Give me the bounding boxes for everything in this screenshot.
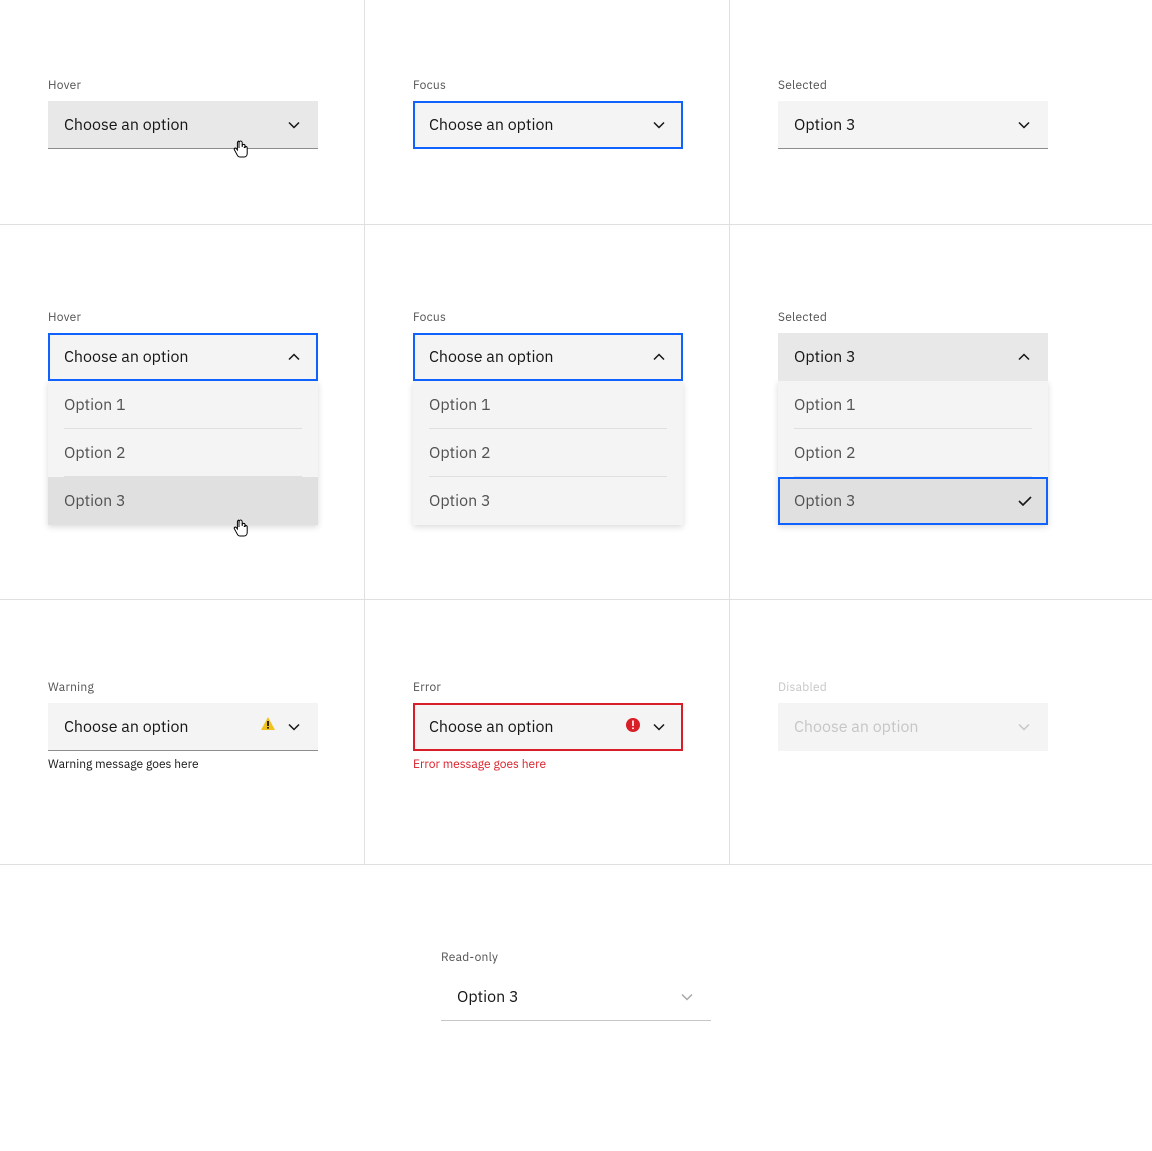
menu-option-label: Option 2 bbox=[794, 443, 856, 463]
dropdown-text: Choose an option bbox=[64, 347, 286, 367]
dropdown-menu: Option 1 Option 2 Option 3 bbox=[48, 381, 318, 525]
dropdown-menu: Option 1 Option 2 Option 3 bbox=[778, 381, 1048, 525]
dropdown-disabled: Choose an option bbox=[778, 703, 1048, 751]
menu-option-1[interactable]: Option 1 bbox=[778, 381, 1048, 429]
menu-option-3[interactable]: Option 3 bbox=[413, 477, 683, 525]
dropdown-text: Option 3 bbox=[457, 987, 679, 1007]
dropdown-text: Choose an option bbox=[64, 717, 260, 737]
menu-option-3-selected[interactable]: Option 3 bbox=[778, 477, 1048, 525]
dropdown-open-hover[interactable]: Choose an option bbox=[48, 333, 318, 381]
dropdown-warning[interactable]: Choose an option bbox=[48, 703, 318, 751]
dropdown-hover[interactable]: Choose an option bbox=[48, 101, 318, 149]
dropdown-open-focus[interactable]: Choose an option bbox=[413, 333, 683, 381]
dropdown-focus[interactable]: Choose an option bbox=[413, 101, 683, 149]
menu-option-3[interactable]: Option 3 bbox=[48, 477, 318, 525]
state-label-error: Error bbox=[413, 680, 681, 695]
menu-option-2[interactable]: Option 2 bbox=[778, 429, 1048, 477]
state-label-readonly: Read-only bbox=[441, 950, 711, 965]
state-label-selected: Selected bbox=[778, 310, 1104, 325]
dropdown-text: Choose an option bbox=[429, 115, 651, 135]
dropdown-text: Option 3 bbox=[794, 115, 1016, 135]
chevron-down-icon bbox=[651, 117, 667, 133]
dropdown-menu: Option 1 Option 2 Option 3 bbox=[413, 381, 683, 525]
state-label-hover: Hover bbox=[48, 78, 316, 93]
error-helper-text: Error message goes here bbox=[413, 757, 681, 772]
dropdown-selected[interactable]: Option 3 bbox=[778, 101, 1048, 149]
dropdown-text: Option 3 bbox=[794, 347, 1016, 367]
menu-option-1[interactable]: Option 1 bbox=[413, 381, 683, 429]
menu-option-label: Option 1 bbox=[64, 395, 126, 415]
menu-option-label: Option 3 bbox=[794, 491, 856, 511]
dropdown-text: Choose an option bbox=[429, 717, 625, 737]
state-label-focus: Focus bbox=[413, 310, 681, 325]
state-label-hover: Hover bbox=[48, 310, 316, 325]
menu-option-2[interactable]: Option 2 bbox=[413, 429, 683, 477]
checkmark-icon bbox=[1018, 491, 1032, 511]
chevron-down-icon bbox=[679, 989, 695, 1005]
chevron-down-icon bbox=[651, 719, 667, 735]
chevron-up-icon bbox=[286, 349, 302, 365]
chevron-down-icon bbox=[286, 117, 302, 133]
dropdown-error[interactable]: Choose an option bbox=[413, 703, 683, 751]
state-label-selected: Selected bbox=[778, 78, 1104, 93]
dropdown-text: Choose an option bbox=[64, 115, 286, 135]
warning-helper-text: Warning message goes here bbox=[48, 757, 316, 772]
dropdown-open-selected[interactable]: Option 3 bbox=[778, 333, 1048, 381]
menu-option-label: Option 2 bbox=[64, 443, 126, 463]
dropdown-text: Choose an option bbox=[429, 347, 651, 367]
chevron-down-icon bbox=[286, 719, 302, 735]
menu-option-1[interactable]: Option 1 bbox=[48, 381, 318, 429]
state-label-focus: Focus bbox=[413, 78, 681, 93]
warning-icon bbox=[260, 716, 276, 737]
chevron-down-icon bbox=[1016, 117, 1032, 133]
error-icon bbox=[625, 717, 641, 738]
menu-option-label: Option 1 bbox=[794, 395, 856, 415]
dropdown-text: Choose an option bbox=[794, 717, 1016, 737]
menu-option-label: Option 1 bbox=[429, 395, 491, 415]
dropdown-readonly: Option 3 bbox=[441, 973, 711, 1021]
menu-option-label: Option 3 bbox=[64, 491, 126, 511]
chevron-up-icon bbox=[651, 349, 667, 365]
state-label-disabled: Disabled bbox=[778, 680, 1104, 695]
menu-option-label: Option 3 bbox=[429, 491, 491, 511]
menu-option-label: Option 2 bbox=[429, 443, 491, 463]
chevron-up-icon bbox=[1016, 349, 1032, 365]
state-label-warning: Warning bbox=[48, 680, 316, 695]
chevron-down-icon bbox=[1016, 719, 1032, 735]
menu-option-2[interactable]: Option 2 bbox=[48, 429, 318, 477]
